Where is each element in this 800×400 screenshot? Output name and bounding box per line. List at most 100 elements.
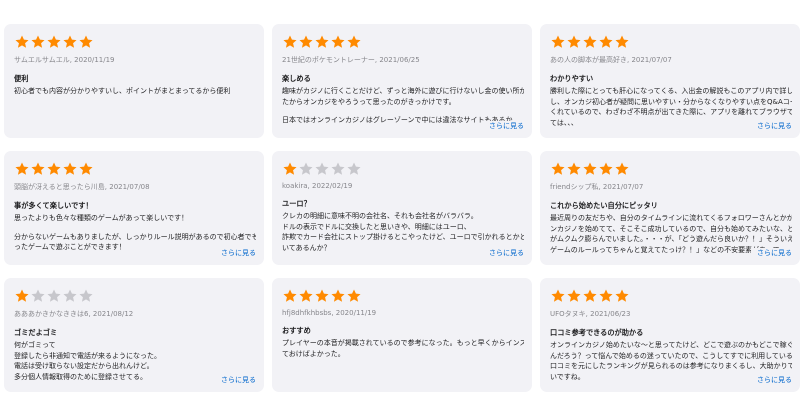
review-title: ユーロ？ <box>282 199 311 208</box>
star-empty-icon <box>346 161 362 177</box>
star-filled-icon <box>298 34 314 50</box>
review-line: 詐欺でカード会社にストップ掛けるとこやったけど、ユーロで引かれるとかどっかに書 <box>282 233 524 241</box>
star-rating <box>282 160 524 178</box>
star-filled-icon <box>314 288 330 304</box>
review-card: hfj8dhfkhbsbs, 2020/11/19 おすすめ プレイヤーの本音が掲載… <box>272 278 532 392</box>
star-rating <box>550 287 792 305</box>
star-filled-icon <box>550 288 566 304</box>
review-line <box>282 107 524 115</box>
star-filled-icon <box>46 34 62 50</box>
read-more-link[interactable]: さらに見る <box>483 121 524 131</box>
review-author-date: 21世紀のポケモントレーナー, 2021/06/25 <box>282 56 420 64</box>
star-filled-icon <box>614 34 630 50</box>
review-card: koakira, 2022/02/19 ユーロ？ クレカの明細に意味不明の会社名、そ… <box>272 151 532 265</box>
review-line: 趣味がカジノに行くことだけど、ずっと海外に遊びに行けないし金の使い所がなかっ <box>282 87 524 95</box>
review-author-date: あああかきかなききは6, 2021/08/12 <box>14 310 134 318</box>
star-filled-icon <box>314 34 330 50</box>
review-line: し、オンカジ初心者が疑問に思いやすい・分からなくなりやすい点をQ&Aコーナーにま… <box>550 97 792 106</box>
review-line: 口コミを元にしたランキングが見られるのは参考になりまくるし、大助かりでしかな <box>550 362 792 370</box>
star-rating <box>14 287 256 305</box>
read-more-link[interactable]: さらに見る <box>483 248 524 258</box>
star-empty-icon <box>330 161 346 177</box>
review-line: プレイヤーの本音が掲載されているので参考になった。もっと早くからインストールし <box>282 339 524 347</box>
star-empty-icon <box>30 288 46 304</box>
review-author-date: サムエルサムエル, 2020/11/19 <box>14 56 115 64</box>
star-filled-icon <box>282 288 298 304</box>
star-filled-icon <box>330 34 346 50</box>
star-empty-icon <box>314 161 330 177</box>
review-title: わかりやすい <box>550 74 594 83</box>
review-line: オンラインカジノ始めたいな〜と思ってたけど、どこで遊ぶのかもどこで稼ぐのが良い <box>550 341 792 349</box>
review-line: 登録したら非通知で電話が来るようになった。 <box>14 351 161 360</box>
read-more-link[interactable]: さらに見る <box>215 248 256 258</box>
star-filled-icon <box>598 161 614 177</box>
review-title: 便利 <box>14 74 29 83</box>
star-filled-icon <box>346 34 362 50</box>
star-filled-icon <box>582 34 598 50</box>
star-filled-icon <box>598 34 614 50</box>
review-author-date: あの人の脚本が最高好き, 2021/07/07 <box>550 56 672 64</box>
star-rating <box>14 160 256 178</box>
review-title: 口コミ参考できるのが助かる <box>550 328 644 337</box>
review-body: プレイヤーの本音が掲載されているので参考になった。もっと早くからインストールして… <box>282 338 524 359</box>
review-author-date: UFOタヌキ, 2021/06/23 <box>550 310 631 318</box>
star-filled-icon <box>14 161 30 177</box>
star-filled-icon <box>14 288 30 304</box>
review-card: 21世紀のポケモントレーナー, 2021/06/25 楽しめる 趣味がカジノに行くこ… <box>272 24 532 138</box>
review-title: おすすめ <box>282 326 311 335</box>
star-rating <box>550 33 792 51</box>
review-line: ンカジノを始めてて、そこそこ成功しているので、自分も始めてみたいな、という気持ち <box>550 224 792 233</box>
read-more-link[interactable]: さらに見る <box>215 375 256 385</box>
reviews-grid: サムエルサムエル, 2020/11/19 便利初心者でも内容が分かりやすいし、ポイ… <box>0 0 800 400</box>
star-filled-icon <box>346 288 362 304</box>
star-filled-icon <box>566 34 582 50</box>
review-line <box>14 224 256 232</box>
review-line: ドルの表示でドルに交換したと思いきや、明細にはユーロ、 <box>282 222 471 231</box>
review-title: ゴミだよゴミ <box>14 328 58 337</box>
star-empty-icon <box>78 288 94 304</box>
read-more-link[interactable]: さらに見る <box>751 248 792 258</box>
star-filled-icon <box>550 34 566 50</box>
star-filled-icon <box>566 288 582 304</box>
review-line: 最近周りの友だちや、自分のタイムラインに流れてくるフォロワーさんとかがオンライ <box>550 214 792 222</box>
review-author-date: 頭脳が冴えると思ったら川島, 2021/07/08 <box>14 183 150 191</box>
star-empty-icon <box>62 288 78 304</box>
review-card: あああかきかなききは6, 2021/08/12 ゴミだよゴミ 何がゴミって登録したら… <box>4 278 264 392</box>
star-empty-icon <box>298 161 314 177</box>
star-filled-icon <box>78 34 94 50</box>
star-filled-icon <box>330 288 346 304</box>
review-card: あの人の脚本が最高好き, 2021/07/07 わかりやすい勝利した際にとっても肝… <box>540 24 800 138</box>
star-rating <box>14 33 256 51</box>
review-title: 事が多くて楽しいです！ <box>14 201 93 210</box>
review-line: 何がゴミって <box>14 341 56 349</box>
star-rating <box>282 33 524 51</box>
read-more-link[interactable]: さらに見る <box>751 375 792 385</box>
star-filled-icon <box>14 34 30 50</box>
star-filled-icon <box>62 34 78 50</box>
star-filled-icon <box>566 161 582 177</box>
star-filled-icon <box>614 161 630 177</box>
star-rating <box>550 160 792 178</box>
star-filled-icon <box>614 288 630 304</box>
review-card: UFOタヌキ, 2021/06/23 口コミ参考できるのが助かるオンラインカジノ始… <box>540 278 800 392</box>
star-filled-icon <box>550 161 566 177</box>
review-title: これから始めたい自分にピッタリ <box>550 201 658 210</box>
review-line: クレカの明細に意味不明の会社名、それも会社名がバラバラ。 <box>282 212 478 220</box>
star-empty-icon <box>46 288 62 304</box>
review-card: friendシップ私, 2021/07/07 これから始めたい自分にピッタリ 最近周… <box>540 151 800 265</box>
review-card: サムエルサムエル, 2020/11/19 便利初心者でも内容が分かりやすいし、ポイ… <box>4 24 264 138</box>
star-filled-icon <box>598 288 614 304</box>
star-filled-icon <box>582 288 598 304</box>
review-line: 分からないゲームもありましたが、しっかりルール説明があるので初心者でも気にな <box>14 232 256 241</box>
star-filled-icon <box>282 34 298 50</box>
star-filled-icon <box>582 161 598 177</box>
review-line: 勝利した際にとっても肝心になってくる、入出金の解説もこのアプリ内で詳しく知れる <box>550 87 792 95</box>
review-body: 初心者でも内容が分かりやすいし、ポイントがまとまってるから便利 <box>14 86 256 97</box>
star-filled-icon <box>282 161 298 177</box>
star-filled-icon <box>30 161 46 177</box>
review-line: たからオンカジをやろうって思ったのがきっかけです。 <box>282 97 456 106</box>
review-line: くれているので、わざわざ不明点が出てきた際に、アプリを離れてブラウザで調べなく <box>550 108 792 116</box>
review-line: がムクムク膨らんでいました。・・・が、「どう遊んだら良いか？！」そういえばテーブ… <box>550 235 792 243</box>
read-more-link[interactable]: さらに見る <box>751 121 792 131</box>
review-body: 思ったよりも色々な種類のゲームがあって楽しいです！ 分からないゲームもありましたが… <box>14 213 256 253</box>
